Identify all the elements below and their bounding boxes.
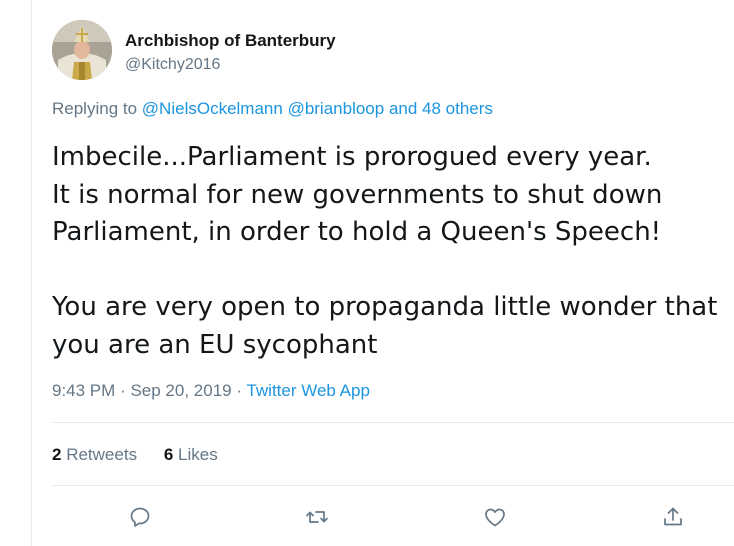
mention-link[interactable]: @NielsOckelmann — [142, 99, 283, 118]
reply-icon — [130, 507, 150, 527]
avatar[interactable] — [52, 20, 112, 80]
tweet-line: You are very open to propaganda little w… — [52, 292, 718, 322]
retweet-icon — [306, 511, 328, 523]
likes-stat[interactable]: 6 Likes — [164, 445, 218, 465]
retweet-button[interactable] — [303, 504, 331, 530]
like-icon — [485, 508, 505, 527]
tweet-stats: 2 Retweets 6 Likes — [52, 445, 240, 465]
author-display-name[interactable]: Archbishop of Banterbury — [125, 31, 336, 51]
retweets-count: 2 — [52, 445, 62, 464]
like-button[interactable] — [481, 504, 509, 530]
timeline-border — [31, 0, 32, 546]
likes-label: Likes — [178, 445, 218, 464]
tweet-line: you are an EU sycophant — [52, 329, 378, 360]
tweet-text: Imbecile...Parliament is prorogued every… — [52, 139, 722, 364]
tweet-line: Parliament, in order to hold a Queen's S… — [52, 217, 662, 247]
others-link[interactable]: and 48 others — [389, 99, 493, 118]
meta-separator: · — [120, 381, 126, 400]
tweet-source-link[interactable]: Twitter Web App — [246, 381, 369, 400]
divider — [52, 485, 734, 486]
share-button[interactable] — [659, 504, 687, 530]
share-icon — [664, 507, 682, 526]
meta-separator: · — [236, 381, 243, 400]
likes-count: 6 — [163, 445, 174, 464]
avatar-image — [52, 20, 112, 80]
retweets-label: Retweets — [66, 445, 138, 464]
tweet-time[interactable]: 9:43 PM — [52, 381, 115, 400]
replying-to-prefix: Replying to — [52, 99, 138, 118]
retweets-stat[interactable]: 2 Retweets — [52, 445, 137, 465]
mention-link[interactable]: @brianbloop — [288, 99, 385, 118]
replying-to: Replying to @NielsOckelmann @brianbloop … — [52, 99, 493, 119]
tweet-line: It is normal for new governments to shut… — [52, 179, 663, 210]
tweet-date[interactable]: Sep 20, 2019 — [130, 381, 231, 400]
action-bar — [0, 500, 734, 534]
author-handle[interactable]: @Kitchy2016 — [125, 56, 220, 74]
tweet-line: Imbecile...Parliament is prorogued every… — [52, 142, 652, 172]
tweet-meta: 9:43 PM · Sep 20, 2019 · Twitter Web App — [52, 381, 370, 401]
reply-button[interactable] — [126, 504, 154, 530]
divider — [52, 422, 734, 423]
